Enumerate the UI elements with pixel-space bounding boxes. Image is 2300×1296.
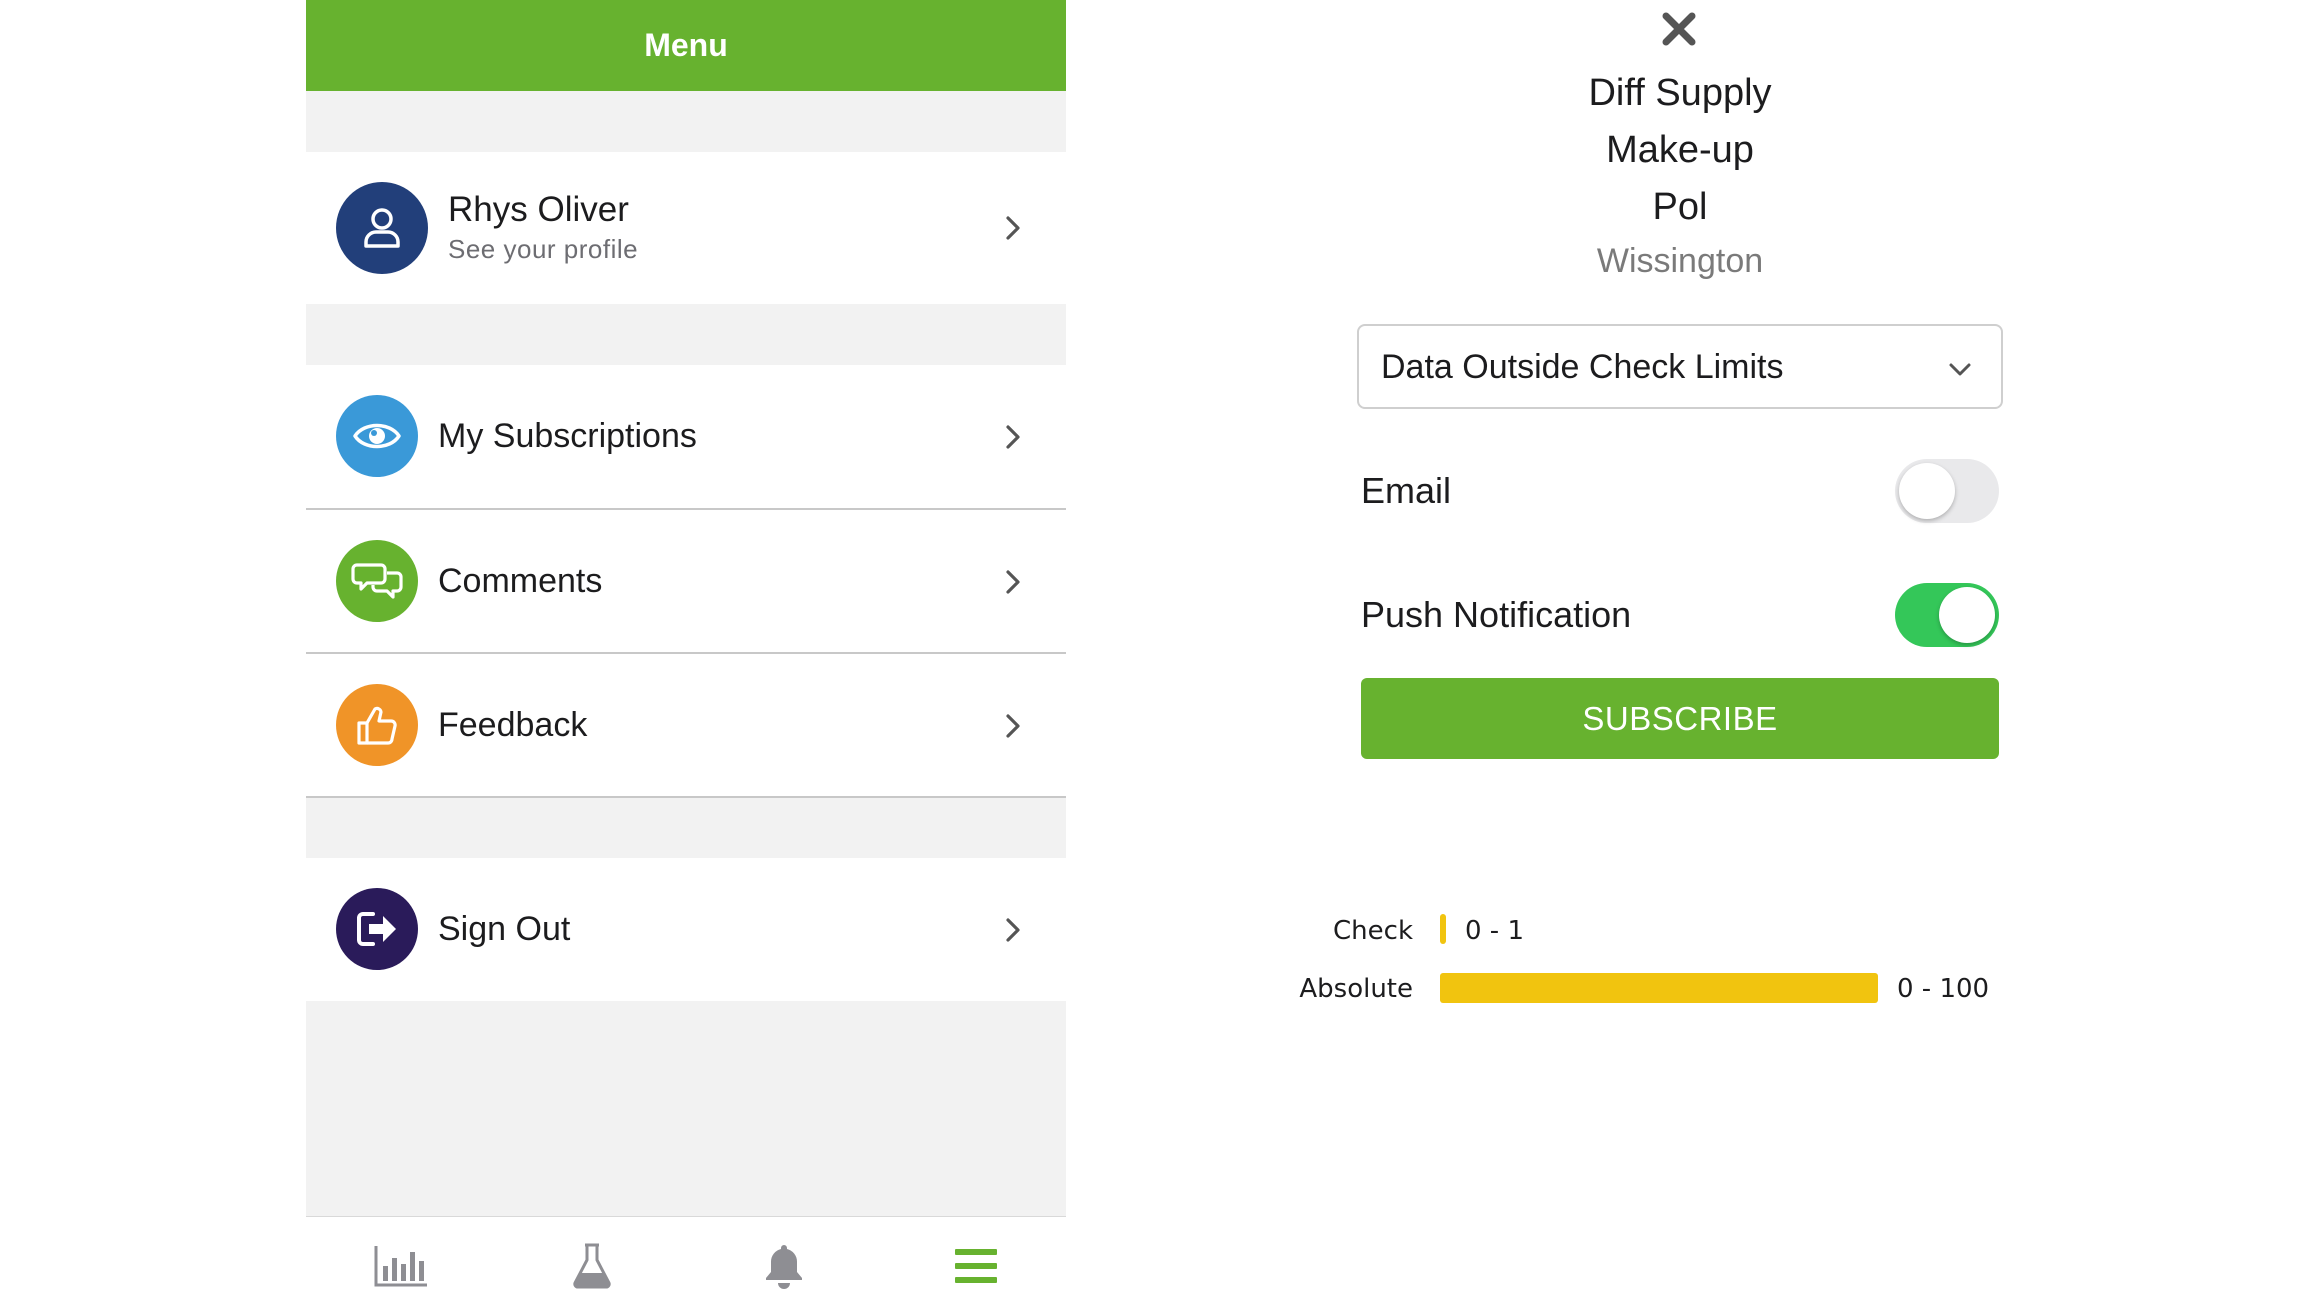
chevron-right-icon — [1006, 713, 1020, 738]
limit-check-range: 0 - 1 — [1465, 916, 1524, 946]
sign-out-icon — [336, 888, 418, 970]
tab-notifications[interactable] — [754, 1241, 814, 1291]
menu-item-label: Comments — [438, 562, 603, 600]
chevron-down-icon — [1949, 363, 1971, 376]
location-label: Wissington — [1596, 242, 1764, 280]
chevron-right-icon — [1006, 424, 1020, 449]
limit-absolute-fill — [1440, 973, 1878, 1003]
menu-screen: Menu Rhys Oliver See your profile My Sub… — [306, 0, 1066, 1296]
toggle-knob — [1939, 587, 1995, 643]
title-line-1: Diff Supply — [1588, 72, 1772, 114]
menu-title: Menu — [644, 27, 728, 63]
limit-absolute-range: 0 - 100 — [1897, 974, 1990, 1004]
bell-icon — [766, 1245, 802, 1289]
tab-charts[interactable] — [371, 1241, 431, 1291]
menu-item-label: Feedback — [438, 706, 588, 744]
menu-item-label: My Subscriptions — [438, 417, 697, 455]
chevron-right-icon — [1006, 569, 1020, 594]
email-toggle[interactable] — [1895, 459, 1999, 523]
comments-icon — [336, 540, 418, 622]
profile-subtitle: See your profile — [448, 234, 639, 264]
eye-icon — [336, 395, 418, 477]
bottom-tab-bar — [306, 1216, 1066, 1296]
divider — [306, 796, 1066, 798]
thumbs-up-icon — [336, 684, 418, 766]
menu-item-comments[interactable]: Comments — [306, 510, 1066, 653]
menu-item-sign-out[interactable]: Sign Out — [306, 858, 1066, 1001]
chevron-right-icon — [1006, 216, 1020, 240]
menu-header: Menu — [306, 0, 1066, 91]
title-line-2: Make-up — [1606, 129, 1754, 171]
push-notification-label: Push Notification — [1361, 594, 1632, 635]
bar-chart-icon — [374, 1246, 427, 1287]
menu-item-my-subscriptions[interactable]: My Subscriptions — [306, 365, 1066, 508]
alert-type-select[interactable]: Data Outside Check Limits — [1357, 324, 2003, 409]
limit-check-label: Check — [1333, 916, 1413, 946]
flask-icon — [573, 1243, 611, 1289]
subscribe-button-label: SUBSCRIBE — [1582, 699, 1778, 737]
profile-name: Rhys Oliver — [448, 190, 629, 229]
limit-check-fill — [1440, 914, 1446, 944]
menu-item-feedback[interactable]: Feedback — [306, 654, 1066, 797]
chevron-right-icon — [1006, 917, 1020, 942]
limit-absolute-bar — [1440, 973, 1878, 1003]
limit-absolute-label: Absolute — [1299, 974, 1413, 1004]
hamburger-menu-icon — [955, 1249, 997, 1283]
subscribe-button[interactable]: SUBSCRIBE — [1361, 678, 1999, 759]
close-icon[interactable] — [1660, 10, 1698, 48]
tab-lab[interactable] — [562, 1241, 622, 1291]
toggle-knob — [1899, 463, 1955, 519]
profile-row[interactable]: Rhys Oliver See your profile — [306, 152, 1066, 304]
tab-menu[interactable] — [946, 1241, 1006, 1291]
email-label: Email — [1361, 470, 1452, 511]
title-line-3: Pol — [1652, 186, 1708, 228]
alert-type-value: Data Outside Check Limits — [1381, 348, 1784, 386]
menu-item-label: Sign Out — [438, 910, 571, 948]
push-notification-toggle[interactable] — [1895, 583, 1999, 647]
person-icon — [336, 182, 428, 274]
